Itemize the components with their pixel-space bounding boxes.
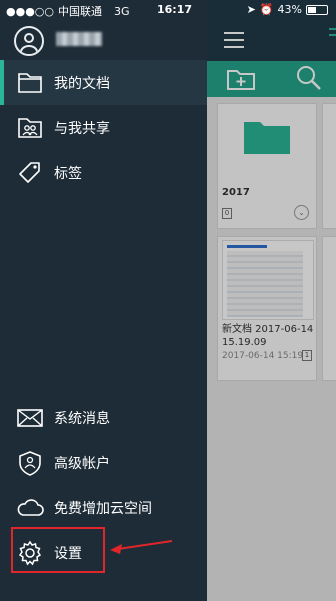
battery-level	[308, 6, 316, 13]
sidebar-item-premium-account[interactable]: 高级帐户	[0, 440, 207, 485]
carrier-name: 中国联通	[58, 5, 102, 18]
navigation-drawer: 我的文档 与我共享 标签 系统消息 高级帐户 免费增加云空间 设置	[0, 0, 207, 601]
sidebar-item-label: 免费增加云空间	[54, 501, 152, 517]
username-blurred	[56, 32, 102, 46]
sidebar-item-label: 标签	[54, 166, 82, 182]
sidebar-item-free-cloud-space[interactable]: 免费增加云空间	[0, 485, 207, 530]
cloud-icon	[17, 499, 44, 516]
active-indicator	[0, 60, 4, 105]
dim-overlay[interactable]	[207, 0, 336, 601]
document-browser: 2017 0 ⌄ 新文档 2017-06-14 15.19.09 2017-06…	[207, 0, 336, 601]
shield-icon	[19, 451, 41, 476]
battery-icon	[306, 4, 328, 15]
sidebar-item-system-messages[interactable]: 系统消息	[0, 395, 207, 440]
shared-folder-icon	[18, 118, 42, 138]
folder-icon	[18, 73, 42, 93]
alarm-icon: ⏰	[259, 3, 274, 16]
sidebar-item-tags[interactable]: 标签	[0, 150, 207, 195]
tag-icon	[19, 162, 40, 183]
sidebar-item-my-documents[interactable]: 我的文档	[0, 60, 207, 105]
sidebar-item-label: 与我共享	[54, 121, 110, 137]
sidebar-item-label: 高级帐户	[54, 456, 110, 472]
signal-icon: ●●●○○	[6, 4, 54, 18]
battery-percent: 43%	[277, 3, 302, 16]
clock: 16:17	[157, 3, 193, 16]
sidebar-item-label: 我的文档	[54, 76, 110, 92]
annotation-arrow-icon	[110, 540, 173, 554]
status-bar: ●●●○○ 中国联通 3G 16:17 ➤ ⏰ 43%	[0, 0, 336, 20]
avatar-icon[interactable]	[14, 26, 44, 56]
network-type: 3G	[114, 4, 130, 18]
location-icon: ➤	[246, 3, 256, 16]
mail-icon	[17, 409, 43, 427]
profile-header[interactable]	[0, 20, 207, 60]
annotation-highlight-box	[11, 527, 105, 573]
sidebar-item-shared-with-me[interactable]: 与我共享	[0, 105, 207, 150]
sidebar-item-label: 系统消息	[54, 411, 110, 427]
